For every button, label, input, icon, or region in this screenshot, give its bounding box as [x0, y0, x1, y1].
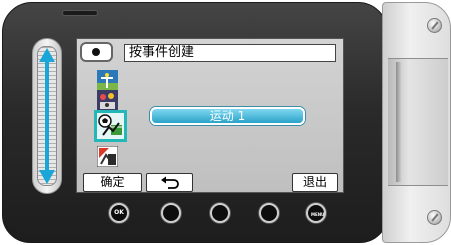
menu-icon — [80, 42, 113, 62]
selected-event-label[interactable]: 运动 1 — [150, 107, 305, 125]
slider-arrows-icon — [39, 48, 55, 184]
screw-icon — [427, 210, 442, 225]
back-arrow-icon — [160, 176, 179, 189]
ok-button-label: OK — [114, 209, 124, 216]
screw-icon — [427, 18, 442, 33]
competition-icon[interactable] — [97, 146, 118, 167]
sports-event-selected[interactable] — [94, 110, 127, 142]
hardware-button-4[interactable] — [259, 203, 279, 223]
back-button[interactable] — [146, 173, 193, 192]
festival-icon[interactable] — [97, 90, 118, 111]
camera-top-slot — [62, 10, 98, 16]
party-icon[interactable] — [97, 70, 118, 91]
screen-title: 按事件创建 — [124, 44, 336, 62]
menu-hardware-button[interactable]: MENU — [306, 203, 326, 223]
sports-icon — [97, 113, 124, 139]
ok-hardware-button[interactable]: OK — [109, 203, 129, 223]
hinge-groove — [396, 62, 402, 182]
hardware-button-2[interactable] — [161, 203, 181, 223]
menu-button-label: MENU — [311, 212, 325, 217]
exit-button[interactable]: 退出 — [292, 173, 338, 192]
hardware-button-3[interactable] — [210, 203, 230, 223]
confirm-button[interactable]: 确定 — [83, 173, 142, 192]
